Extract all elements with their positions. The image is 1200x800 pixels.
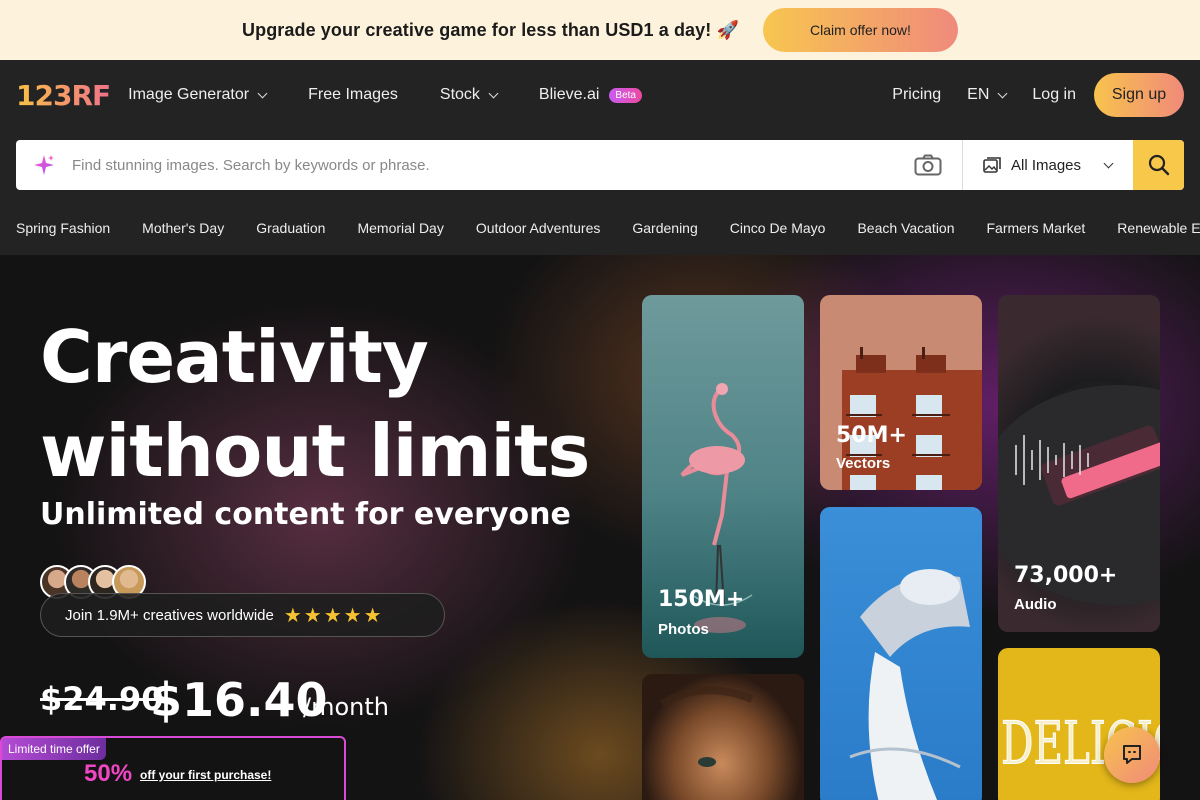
hero-headline-line1: Creativity [40, 315, 429, 399]
chevron-down-icon [1103, 158, 1114, 168]
camera-search-icon[interactable] [893, 140, 963, 190]
tag-item[interactable]: Memorial Day [357, 220, 443, 236]
promo-banner: Upgrade your creative game for less than… [0, 0, 1200, 60]
login-link[interactable]: Log in [1032, 86, 1076, 104]
tag-item[interactable]: Beach Vacation [857, 220, 954, 236]
3d-card[interactable] [820, 507, 982, 800]
nav-blieve-ai[interactable]: Blieve.ai Beta [539, 86, 642, 104]
vectors-label: Vectors [836, 455, 891, 472]
tag-item[interactable]: Farmers Market [987, 220, 1086, 236]
price-period: /month [303, 693, 389, 721]
tag-item[interactable]: Gardening [632, 220, 697, 236]
hero-section: Creativity without limits Unlimited cont… [0, 255, 1200, 800]
trending-tags: Spring Fashion Mother's Day Graduation M… [0, 200, 1200, 255]
top-nav: 123RF Image Generator Free Images Stock … [0, 60, 1200, 130]
nav-free-images-label: Free Images [308, 86, 398, 103]
hero-headline-line2: without limits [40, 409, 590, 493]
language-selector[interactable]: EN [967, 86, 1008, 104]
chat-support-button[interactable] [1104, 727, 1160, 783]
chevron-down-icon [997, 88, 1008, 98]
vectors-card[interactable]: 50M+ Vectors [820, 295, 982, 490]
offer-link[interactable]: off your first purchase! [140, 768, 271, 782]
nav-blieve-ai-label: Blieve.ai [538, 86, 600, 103]
nav-stock-label: Stock [439, 86, 480, 103]
promo-text: Upgrade your creative game for less than… [242, 19, 739, 40]
asset-type-label: All Images [1011, 156, 1082, 174]
nav-image-generator-label: Image Generator [128, 86, 250, 103]
search-button[interactable] [1133, 140, 1184, 190]
audio-card[interactable]: 73,000+ Audio [998, 295, 1160, 632]
language-label: EN [967, 86, 990, 103]
search-box: All Images [16, 140, 1184, 190]
asset-type-select[interactable]: All Images [963, 140, 1133, 190]
offer-tag: Limited time offer [2, 738, 106, 760]
hero-subhead: Unlimited content for everyone [40, 497, 571, 532]
join-text: Join 1.9M+ creatives worldwide [65, 606, 274, 624]
tag-item[interactable]: Graduation [256, 220, 325, 236]
nav-free-images[interactable]: Free Images [308, 86, 398, 104]
nav-pricing[interactable]: Pricing [892, 86, 941, 104]
audio-label: Audio [1014, 596, 1057, 613]
old-price: $24.90 [40, 680, 164, 718]
photos-card[interactable]: 150M+ Photos [642, 295, 804, 658]
milk-illustration [849, 569, 970, 800]
hero-headline: Creativity without limits [40, 310, 590, 498]
portrait-illustration [659, 686, 754, 767]
tag-item[interactable]: Mother's Day [142, 220, 224, 236]
tag-item[interactable]: Outdoor Adventures [476, 220, 601, 236]
rating-stars: ★★★★★ [283, 604, 384, 627]
photos-label: Photos [658, 621, 709, 638]
vectors-count: 50M+ [836, 423, 907, 448]
logo[interactable]: 123RF [16, 79, 111, 112]
chevron-down-icon [257, 88, 268, 98]
beta-badge: Beta [609, 87, 642, 103]
limited-offer-box[interactable]: Limited time offer 50% off your first pu… [0, 736, 346, 800]
chat-icon [1123, 745, 1141, 764]
chevron-down-icon [488, 88, 499, 98]
audio-count: 73,000+ [1014, 563, 1118, 588]
nav-stock[interactable]: Stock [439, 86, 499, 104]
tag-item[interactable]: Spring Fashion [16, 220, 110, 236]
search-icon [1148, 154, 1169, 176]
face-card[interactable] [642, 674, 804, 800]
signup-button[interactable]: Sign up [1094, 73, 1184, 117]
tag-item[interactable]: Cinco De Mayo [730, 220, 826, 236]
ai-sparkle-icon [16, 153, 72, 177]
photos-count: 150M+ [658, 587, 745, 612]
search-input[interactable] [72, 156, 893, 174]
tag-item[interactable]: Renewable Energy [1117, 220, 1200, 236]
claim-offer-button[interactable]: Claim offer now! [762, 8, 958, 52]
offer-percent: 50% [84, 760, 133, 787]
images-icon [983, 157, 1001, 173]
search-section: All Images [0, 130, 1200, 200]
nav-image-generator[interactable]: Image Generator [128, 86, 268, 104]
community-pill: Join 1.9M+ creatives worldwide ★★★★★ [40, 593, 445, 637]
new-price: $16.40 [150, 673, 328, 727]
